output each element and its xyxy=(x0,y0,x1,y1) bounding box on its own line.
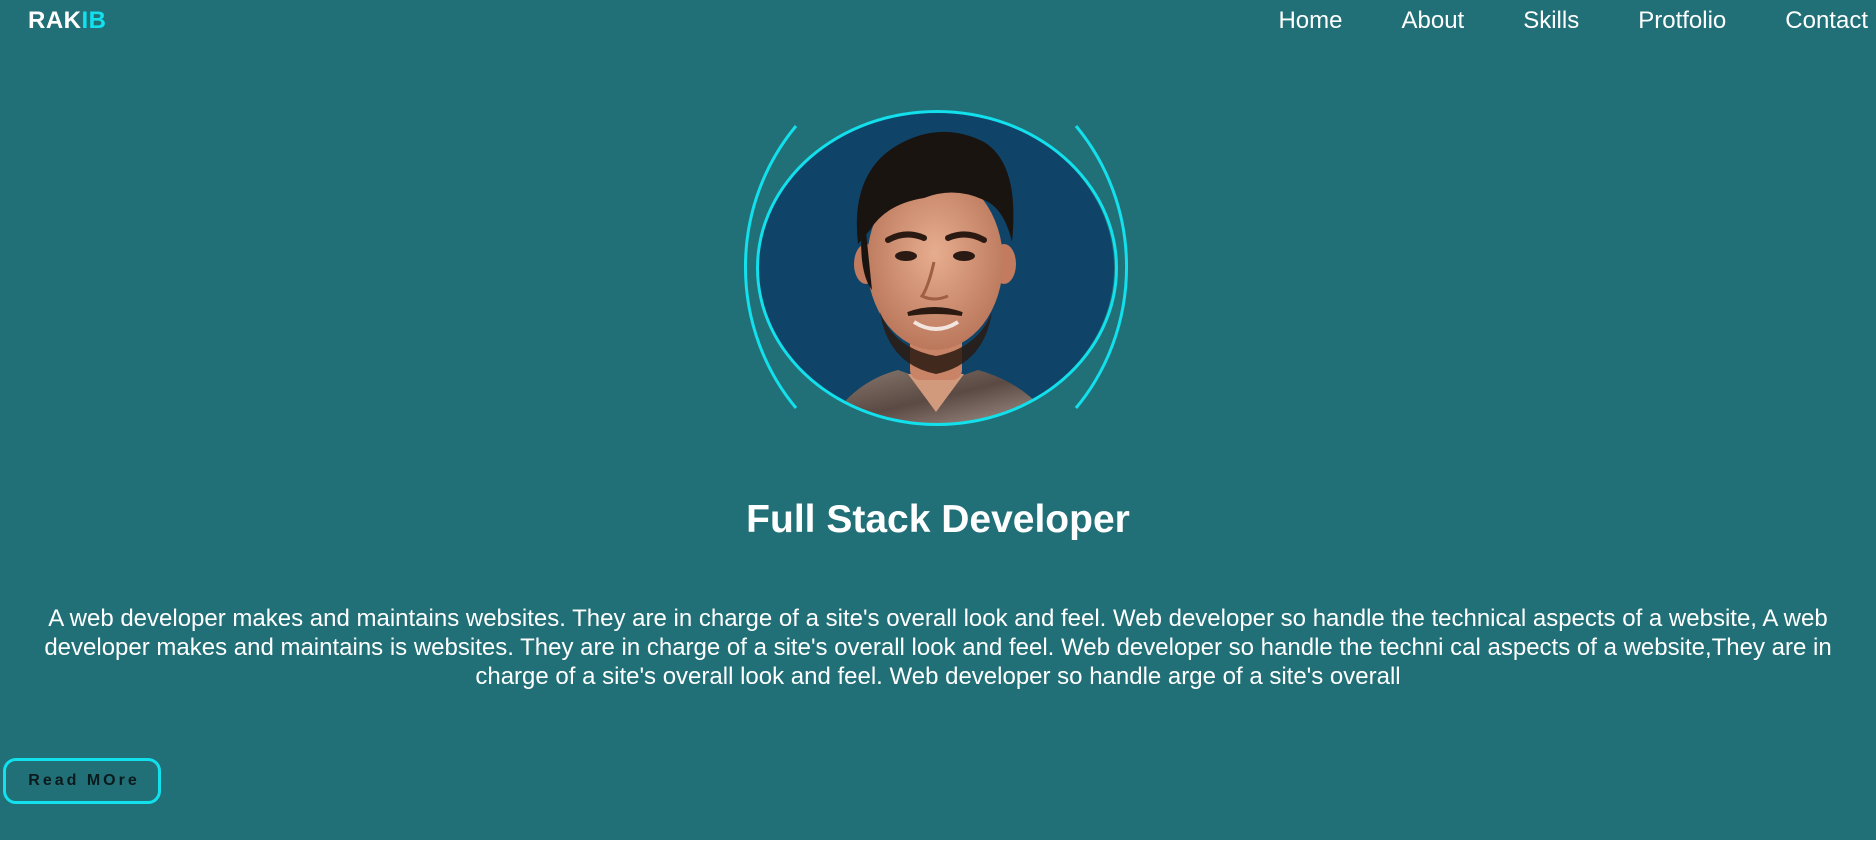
nav-contact[interactable]: Contact xyxy=(1785,7,1868,35)
profile-photo-frame xyxy=(734,110,1138,426)
hero-title: Full Stack Developer xyxy=(746,498,1130,541)
nav-skills[interactable]: Skills xyxy=(1523,7,1579,35)
nav-home[interactable]: Home xyxy=(1278,7,1342,35)
nav-about[interactable]: About xyxy=(1402,7,1465,35)
hero-description: A web developer makes and maintains webs… xyxy=(44,605,1832,690)
page: RAKIB Home About Skills Protfolio Contac… xyxy=(0,0,1876,840)
logo-accent: IB xyxy=(81,7,107,34)
profile-photo xyxy=(758,112,1114,424)
portrait-illustration xyxy=(828,131,1054,424)
logo-primary: RAK xyxy=(28,7,82,34)
main-nav: Home About Skills Protfolio Contact xyxy=(1278,7,1868,35)
site-logo[interactable]: RAKIB xyxy=(28,7,107,35)
nav-portfolio[interactable]: Protfolio xyxy=(1638,7,1726,35)
read-more-button[interactable]: Read MOre xyxy=(3,758,161,804)
